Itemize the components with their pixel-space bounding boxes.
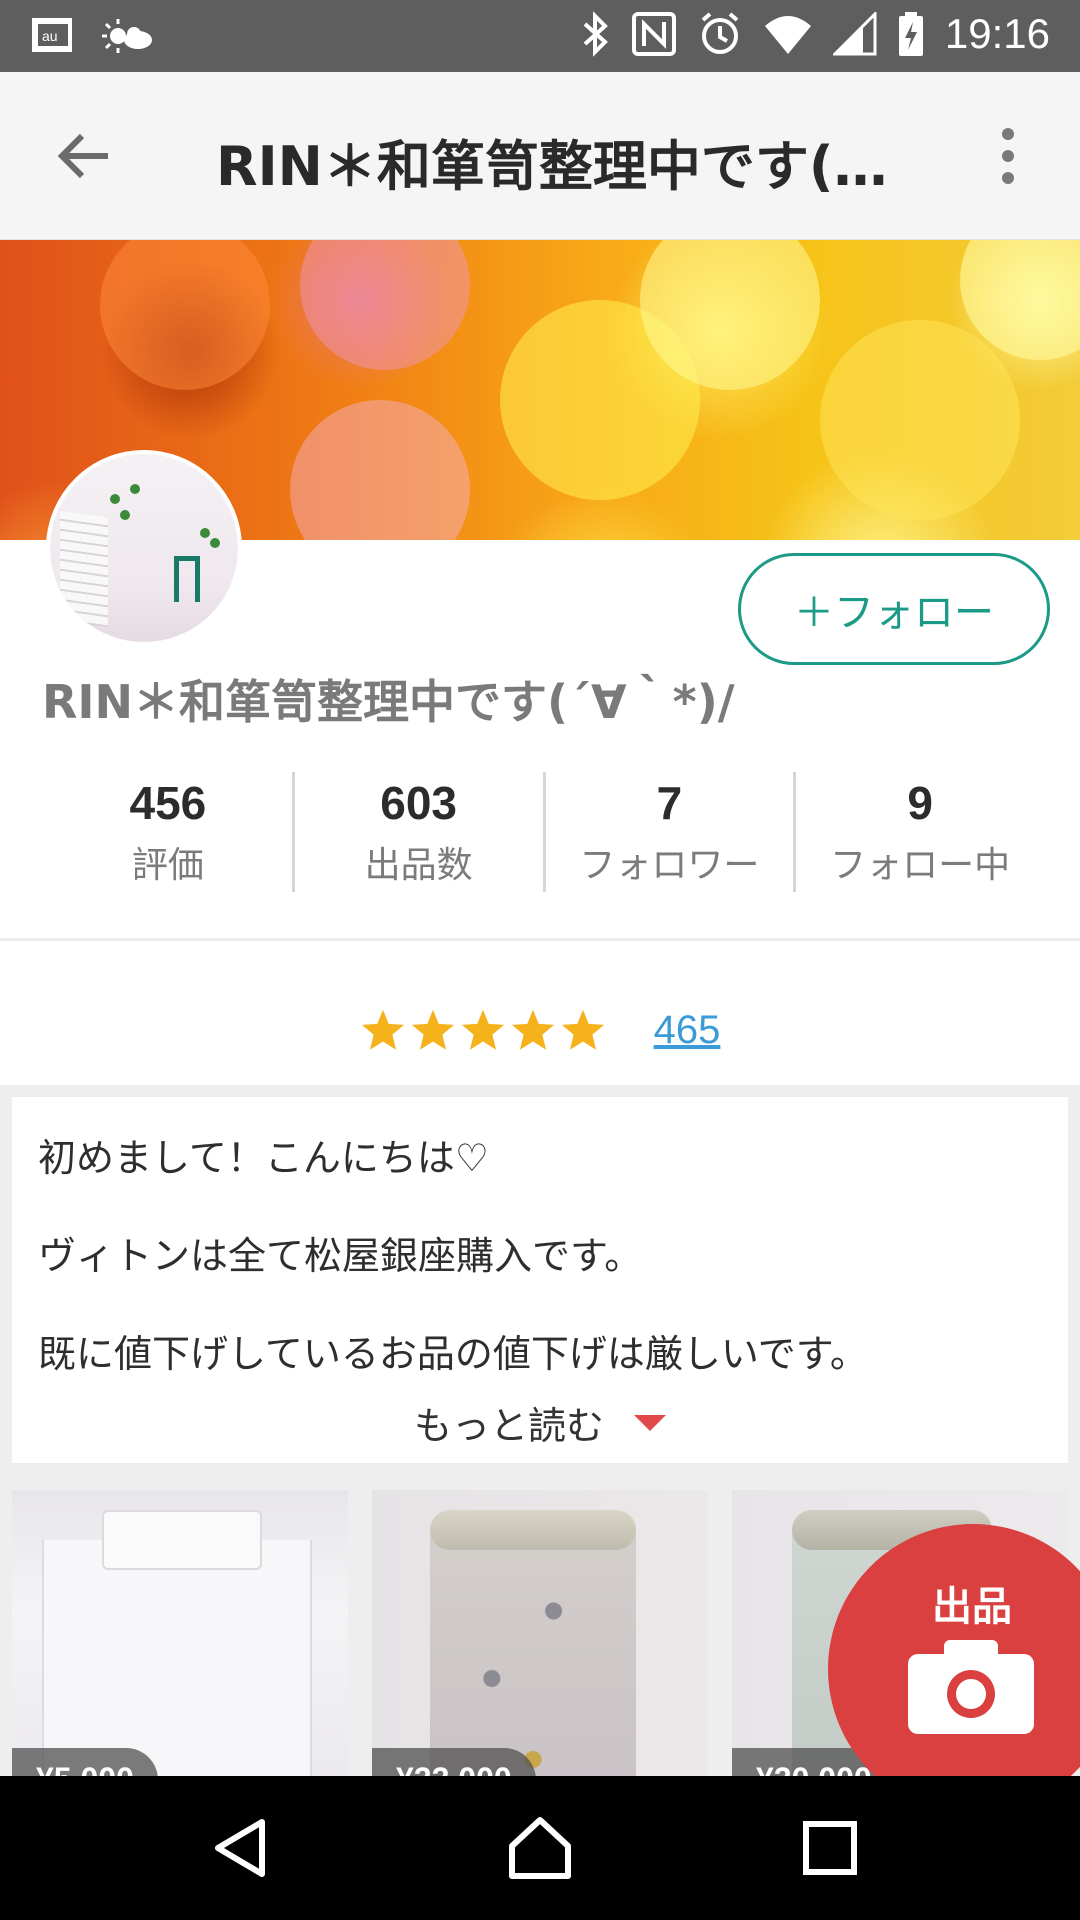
nav-back-icon[interactable] xyxy=(210,1816,274,1880)
stat-value: 9 xyxy=(907,777,933,829)
profile-stats: 456 評価 603 出品数 7 フォロワー 9 フォロー中 xyxy=(44,772,1044,892)
follow-button[interactable]: ＋フォロー xyxy=(738,553,1050,665)
app-bar: RIN＊和箪笥整理中です(´∀｀*)/ xyxy=(0,72,1080,240)
stat-following[interactable]: 9 フォロー中 xyxy=(796,772,1044,892)
star-icon xyxy=(411,1009,454,1050)
stat-followers[interactable]: 7 フォロワー xyxy=(546,772,797,892)
stat-label: 出品数 xyxy=(364,845,473,886)
signal-icon xyxy=(832,12,877,56)
star-icon xyxy=(361,1009,404,1050)
star-icon xyxy=(461,1009,504,1050)
status-bar: au 19:16 xyxy=(0,0,1080,72)
item-price: ¥22,000 xyxy=(372,1748,536,1776)
nav-home-icon[interactable] xyxy=(508,1816,572,1880)
partly-sunny-icon xyxy=(102,19,152,53)
rating-row: 465 xyxy=(0,980,1080,1080)
nav-recents-icon[interactable] xyxy=(798,1816,862,1880)
wifi-icon xyxy=(764,16,811,54)
avatar[interactable] xyxy=(46,450,242,646)
au-carrier-icon: au xyxy=(32,18,72,52)
stat-label: フォロワー xyxy=(579,845,760,886)
stat-value: 603 xyxy=(380,777,457,829)
rating-stars xyxy=(360,1007,606,1053)
stat-value: 456 xyxy=(129,777,207,829)
stat-value: 7 xyxy=(656,777,683,829)
item-card[interactable]: ¥5,000 xyxy=(12,1490,348,1776)
nfc-icon xyxy=(631,12,676,56)
stat-label: 評価 xyxy=(131,845,204,886)
page-title: RIN＊和箪笥整理中です(´∀｀*)/ xyxy=(216,135,906,198)
star-icon xyxy=(561,1009,604,1050)
stat-ratings[interactable]: 456 評価 xyxy=(44,772,295,892)
star-icon xyxy=(511,1009,554,1050)
description-line: 初めまして！こんにちは♡ xyxy=(38,1136,489,1180)
item-card[interactable]: ¥22,000 xyxy=(372,1490,708,1776)
caret-down-icon xyxy=(634,1414,666,1431)
read-more-button[interactable]: もっと読む xyxy=(12,1395,1068,1450)
alarm-icon xyxy=(701,12,739,54)
description-line: ヴィトンは全て松屋銀座購入です。 xyxy=(38,1234,643,1278)
status-time: 19:16 xyxy=(944,10,1050,57)
bluetooth-icon xyxy=(583,11,608,57)
system-nav-bar xyxy=(0,1776,1080,1920)
profile-description: 初めまして！こんにちは♡ ヴィトンは全て松屋銀座購入です。 既に値下げしているお… xyxy=(12,1097,1068,1463)
stat-label: フォロー中 xyxy=(830,845,1011,886)
battery-charging-icon xyxy=(898,12,923,56)
back-button[interactable] xyxy=(48,120,120,192)
username: RIN＊和箪笥整理中です(´∀｀*)/ xyxy=(42,675,735,729)
rating-count-link[interactable]: 465 xyxy=(654,1008,721,1053)
description-line: 既に値下げしているお品の値下げは厳しいです。 xyxy=(38,1332,868,1376)
stat-listings[interactable]: 603 出品数 xyxy=(295,772,546,892)
camera-icon xyxy=(908,1640,1034,1734)
svg-text:au: au xyxy=(42,28,58,44)
more-vert-icon[interactable] xyxy=(972,120,1044,192)
arrow-left-icon xyxy=(58,133,108,179)
read-more-label: もっと読む xyxy=(413,1404,604,1448)
divider xyxy=(0,938,1080,941)
item-price: ¥5,000 xyxy=(12,1748,158,1776)
sell-fab-label: 出品 xyxy=(932,1584,1012,1630)
